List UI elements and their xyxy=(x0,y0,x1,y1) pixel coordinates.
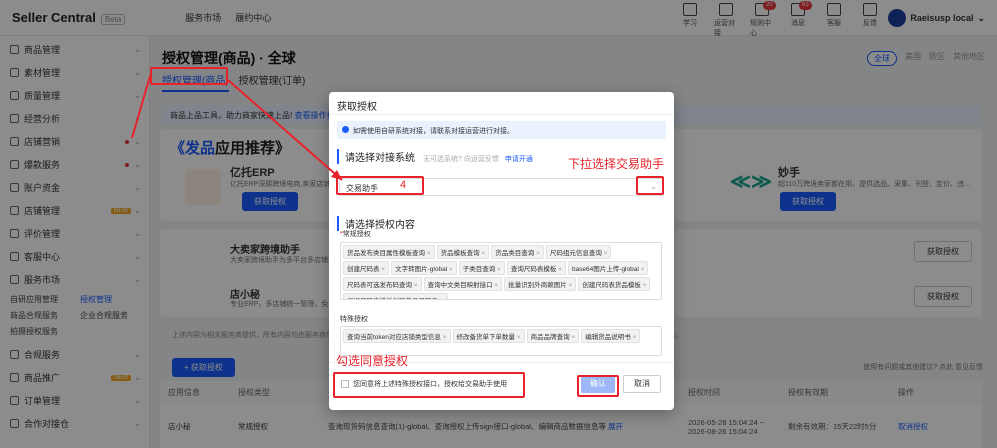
annotation-arrow-line xyxy=(131,75,151,139)
annotation-arrow-line xyxy=(227,79,343,181)
annotation-arrows xyxy=(131,75,343,181)
